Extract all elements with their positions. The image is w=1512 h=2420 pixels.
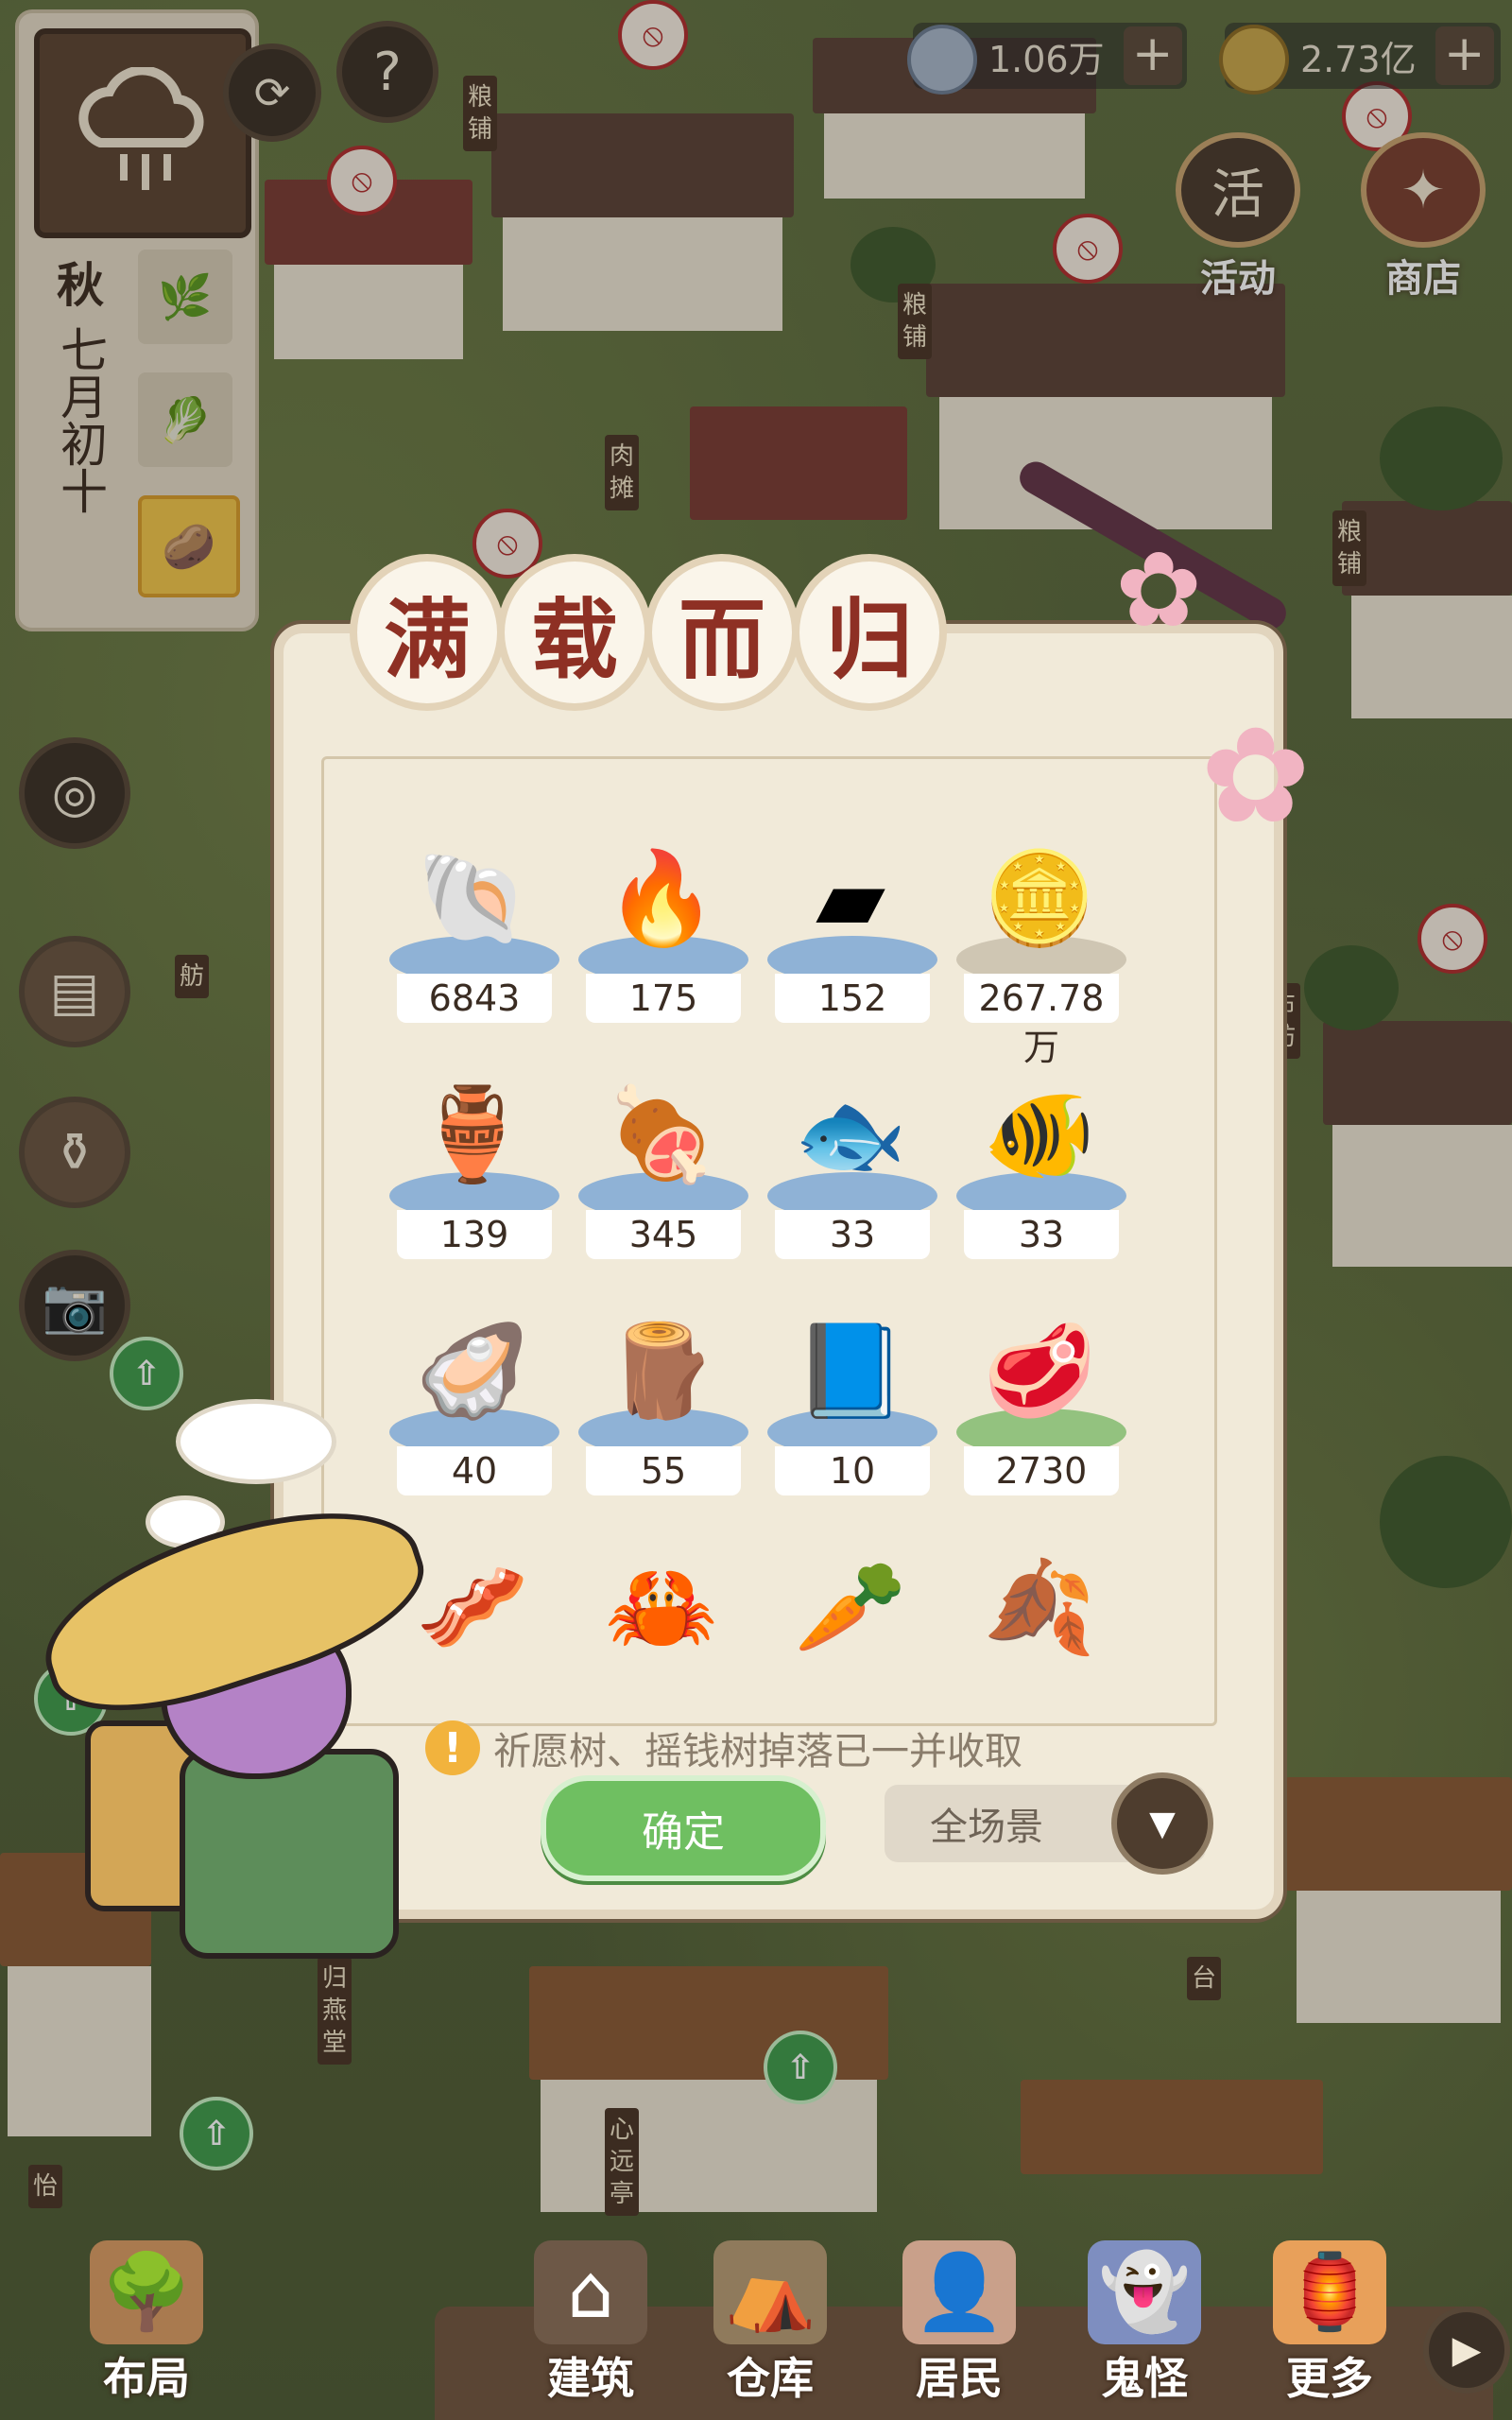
reward-item[interactable]: 🔥 175: [567, 822, 756, 1049]
title-char: 载: [497, 554, 652, 711]
fish-icon: 🐟: [794, 1080, 907, 1187]
scope-select[interactable]: 全场景 ▼: [885, 1772, 1213, 1875]
chevron-down-icon[interactable]: ▼: [1111, 1772, 1213, 1875]
shell-icon: 🐚: [416, 844, 529, 951]
carp-icon: 🐠: [983, 1080, 1096, 1187]
reward-item[interactable]: 📘 10: [756, 1295, 945, 1522]
tea-leaves-icon: 🍂: [983, 1553, 1096, 1660]
copper-coin-icon: 🪙: [983, 844, 1096, 951]
reward-item[interactable]: 🍖 345: [567, 1059, 756, 1286]
reward-count: 267.78万: [964, 974, 1119, 1068]
nav-resident[interactable]: 👤 居民: [879, 2240, 1040, 2420]
nav-label: 布局: [103, 2353, 190, 2404]
wine-jar-icon: 🏺: [416, 1080, 529, 1187]
beef-icon: 🥩: [983, 1317, 1096, 1424]
nav-label: 鬼怪: [1101, 2353, 1188, 2404]
root-icon: 🥕: [794, 1553, 907, 1660]
nav-ghost[interactable]: 👻 鬼怪: [1064, 2240, 1225, 2420]
nav-label: 更多: [1286, 2353, 1373, 2404]
reward-count: 33: [964, 1210, 1119, 1259]
warehouse-icon: ⛺: [713, 2240, 827, 2344]
more-icon: 🏮: [1273, 2240, 1386, 2344]
nav-label: 仓库: [727, 2353, 814, 2404]
flame-icon: 🔥: [605, 844, 718, 951]
reward-count: 345: [586, 1210, 741, 1259]
reward-count: 55: [586, 1446, 741, 1495]
chevron-right-icon[interactable]: ▶: [1423, 2307, 1510, 2394]
character[interactable]: [38, 1512, 435, 1966]
reward-item[interactable]: 🏺 139: [378, 1059, 567, 1286]
gold-paper-icon: ▰: [816, 845, 885, 951]
reward-item[interactable]: 🦀: [567, 1531, 756, 1683]
title-char: 而: [644, 554, 799, 711]
reward-count: 175: [586, 974, 741, 1023]
reward-count: 6843: [397, 974, 552, 1023]
reward-item[interactable]: 🍂: [945, 1531, 1134, 1683]
blossom: ✿: [1200, 700, 1312, 854]
reward-item[interactable]: 🐟 33: [756, 1059, 945, 1286]
title-char: 归: [792, 554, 947, 711]
reward-item[interactable]: 🦪 40: [378, 1295, 567, 1522]
book-icon: 📘: [794, 1317, 907, 1424]
title-char: 满: [350, 554, 505, 711]
resident-icon: 👤: [902, 2240, 1016, 2344]
clam-icon: 🦪: [416, 1317, 529, 1424]
reward-item[interactable]: 🥕: [756, 1531, 945, 1683]
reward-count: 2730: [964, 1446, 1119, 1495]
reward-item[interactable]: 🥩 2730: [945, 1295, 1134, 1522]
crab-icon: 🦀: [605, 1553, 718, 1660]
nav-layout[interactable]: 🌳 布局: [66, 2240, 227, 2420]
nav-label: 建筑: [547, 2353, 634, 2404]
blossom: ✿: [1115, 529, 1203, 650]
reward-count: 139: [397, 1210, 552, 1259]
reward-item[interactable]: 🐠 33: [945, 1059, 1134, 1286]
scope-label: 全场景: [930, 1806, 1043, 1849]
reward-count: 33: [775, 1210, 930, 1259]
log-icon: 🪵: [605, 1317, 718, 1424]
nav-warehouse[interactable]: ⛺ 仓库: [690, 2240, 850, 2420]
confirm-label: 确定: [642, 1808, 725, 1857]
nav-building[interactable]: ⌂ 建筑: [510, 2240, 671, 2420]
nav-label: 居民: [916, 2353, 1003, 2404]
thought-bubble: [176, 1399, 336, 1484]
reward-count: 40: [397, 1446, 552, 1495]
reward-count: 10: [775, 1446, 930, 1495]
notice: ! 祈愿树、摇钱树掉落已一并收取: [425, 1720, 1022, 1775]
ghost-icon: 👻: [1088, 2240, 1201, 2344]
nav-more[interactable]: 🏮 更多: [1249, 2240, 1410, 2420]
reward-item[interactable]: 🪙 267.78万: [945, 822, 1134, 1068]
reward-count: 152: [775, 974, 930, 1023]
confirm-button[interactable]: 确定: [541, 1775, 826, 1881]
reward-item[interactable]: 🪵 55: [567, 1295, 756, 1522]
reward-item[interactable]: ▰ 152: [756, 822, 945, 1049]
layout-icon: 🌳: [90, 2240, 203, 2344]
reward-item[interactable]: 🐚 6843: [378, 822, 567, 1049]
reward-grid[interactable]: 🐚 6843 🔥 175 ▰ 152 🪙 267.78万 🏺 139 🍖 345 🐟 33 🐠…: [378, 822, 1153, 1683]
notice-text: 祈愿树、摇钱树掉落已一并收取: [493, 1730, 1022, 1773]
building-icon: ⌂: [534, 2240, 647, 2344]
ham-icon: 🍖: [605, 1080, 718, 1187]
